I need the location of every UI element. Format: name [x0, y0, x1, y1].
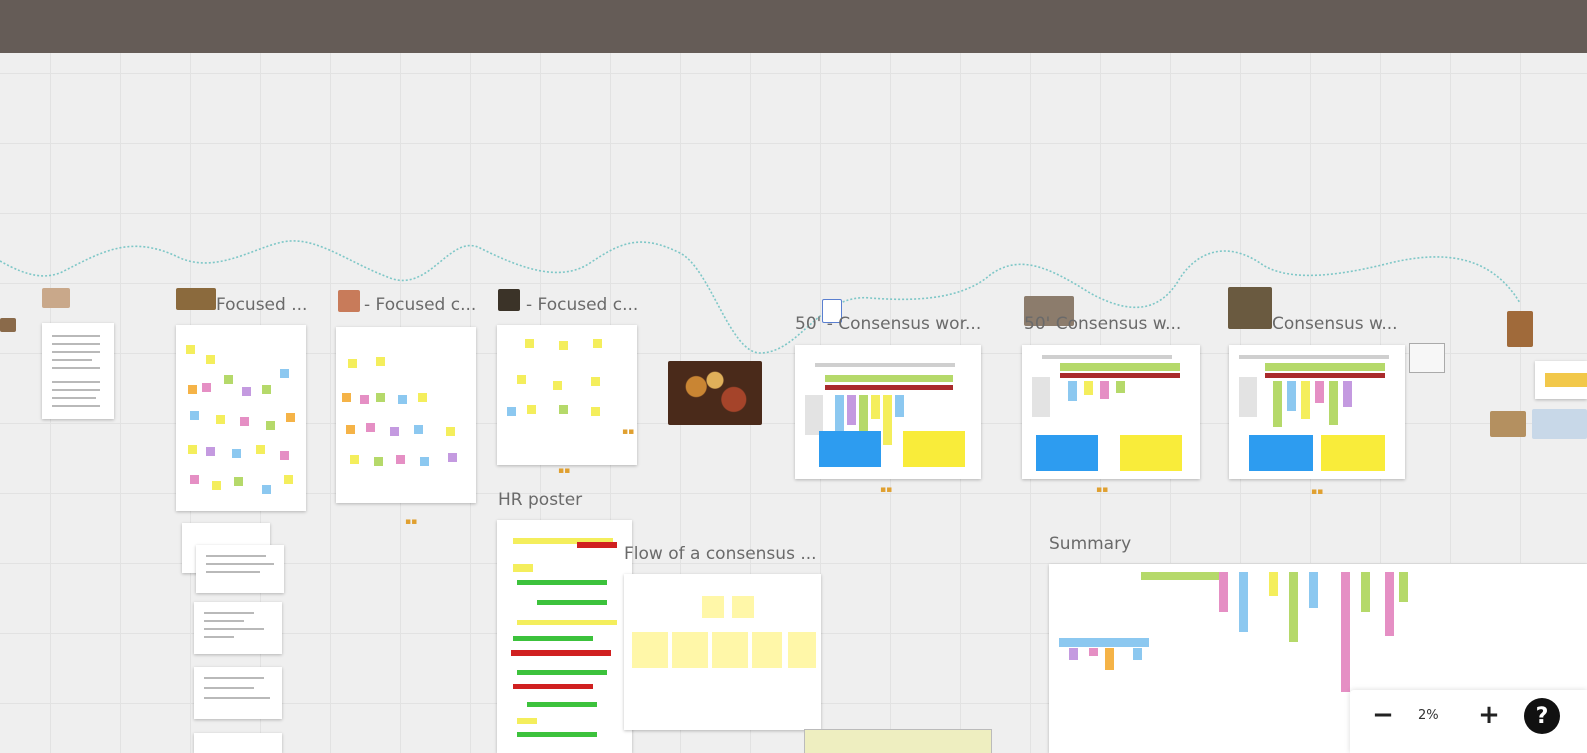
- plus-icon[interactable]: +: [1474, 700, 1504, 730]
- frame-consensus-3[interactable]: [1229, 345, 1405, 479]
- empty-frame[interactable]: [1409, 343, 1445, 373]
- document-card[interactable]: [196, 545, 284, 593]
- help-icon[interactable]: ?: [1524, 698, 1560, 734]
- partial-card[interactable]: [1535, 361, 1587, 399]
- frame-focused-1[interactable]: [176, 325, 306, 511]
- frame-marker: ▪▪: [1311, 487, 1324, 497]
- document-card[interactable]: [42, 323, 114, 419]
- frame-flow[interactable]: [624, 574, 821, 730]
- partial-card[interactable]: [804, 729, 992, 753]
- frame-focused-3[interactable]: [497, 325, 637, 465]
- frame-thumbnail[interactable]: [338, 290, 360, 312]
- frame-focused-2[interactable]: [336, 327, 476, 503]
- zoom-level[interactable]: 2%: [1418, 708, 1439, 723]
- minus-icon[interactable]: −: [1368, 700, 1398, 730]
- frame-marker: ▪▪: [1096, 485, 1109, 495]
- frame-title-consensus-2[interactable]: 50' Consensus w...: [1024, 314, 1181, 334]
- frame-title-consensus-3[interactable]: Consensus w...: [1272, 314, 1398, 334]
- document-card[interactable]: [194, 733, 282, 753]
- frame-title-consensus-1[interactable]: 50' - Consensus wor...: [795, 314, 981, 334]
- board-canvas[interactable]: Focused ... - Focused c... - Focused c..…: [0, 53, 1587, 753]
- frame-consensus-1[interactable]: [795, 345, 981, 479]
- document-card[interactable]: [194, 667, 282, 719]
- frame-consensus-2[interactable]: [1022, 345, 1200, 479]
- image-thumbnail[interactable]: [1507, 311, 1533, 347]
- frame-marker: ▪▪: [880, 485, 893, 495]
- zoom-controls: − 2% + ?: [1350, 690, 1587, 753]
- frame-title-summary[interactable]: Summary: [1049, 534, 1131, 554]
- frame-title-hr-poster[interactable]: HR poster: [498, 490, 582, 510]
- frame-hr-poster[interactable]: [497, 520, 632, 753]
- frame-marker: ▪▪: [405, 517, 418, 527]
- document-card[interactable]: [194, 602, 282, 654]
- top-toolbar: [0, 0, 1587, 53]
- frame-thumbnail[interactable]: [1228, 287, 1272, 329]
- frame-thumbnail[interactable]: [498, 289, 520, 311]
- image-thumbnail[interactable]: [1532, 409, 1587, 439]
- image-thumbnail[interactable]: [42, 288, 70, 308]
- frame-title-focused-1[interactable]: Focused ...: [216, 295, 307, 315]
- frame-thumbnail[interactable]: [176, 288, 216, 310]
- image-thumbnail[interactable]: [0, 318, 16, 332]
- frame-title-focused-2[interactable]: - Focused c...: [364, 295, 476, 315]
- food-image[interactable]: [668, 361, 762, 425]
- frame-marker: ▪▪: [622, 427, 635, 437]
- image-thumbnail[interactable]: [1490, 411, 1526, 437]
- frame-marker: ▪▪: [558, 466, 571, 476]
- frame-title-focused-3[interactable]: - Focused c...: [526, 295, 638, 315]
- frame-title-flow[interactable]: Flow of a consensus ...: [624, 544, 817, 564]
